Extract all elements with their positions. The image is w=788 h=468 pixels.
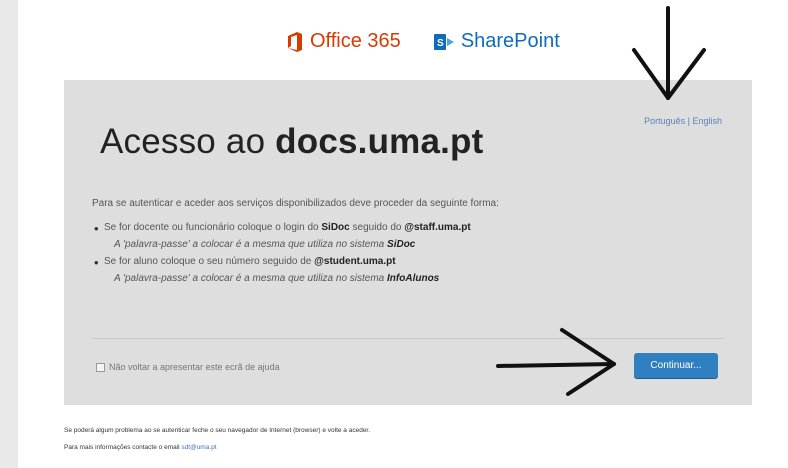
footer: Se poderá algum problema ao se autentica… (64, 422, 370, 456)
language-en-link[interactable]: English (692, 116, 722, 126)
page-title: Acesso ao docs.uma.pt (100, 122, 484, 162)
logo-bar: Office 365 S SharePoint (286, 30, 560, 53)
list-item-student: Se for aluno coloque o seu número seguid… (94, 255, 471, 270)
continue-button[interactable]: Continuar... (634, 353, 718, 378)
language-switcher: Português | English (644, 116, 722, 126)
footer-line-2: Para mais informações contacte o email s… (64, 439, 370, 456)
intro-text: Para se autenticar e aceder aos serviços… (92, 198, 499, 209)
list-item-student-note: A 'palavra-passe' a colocar é a mesma qu… (104, 273, 471, 284)
staff-text-2: seguido do (349, 222, 405, 233)
footer-line-1: Se poderá algum problema ao se autentica… (64, 427, 371, 434)
language-pt-link[interactable]: Português (644, 116, 685, 126)
sharepoint-icon: S (433, 33, 454, 50)
student-domain: @student.uma.pt (314, 256, 396, 267)
student-note-text: A 'palavra-passe' a colocar é a mesma qu… (114, 273, 388, 284)
sharepoint-label: SharePoint (460, 30, 560, 52)
checkbox-label: Não voltar a apresentar este ecrã de aju… (109, 362, 280, 372)
list-item-staff-note: A 'palavra-passe' a colocar é a mesma qu… (104, 239, 471, 250)
login-info-panel: Português | English Acesso ao docs.uma.p… (64, 80, 752, 405)
footer-email-link[interactable]: sdt@uma.pt (181, 444, 216, 451)
arrow-down-icon (632, 6, 706, 100)
student-note-system: InfoAlunos (387, 273, 440, 284)
staff-note-text: A 'palavra-passe' a colocar é a mesma qu… (114, 239, 388, 250)
student-text: Se for aluno coloque o seu número seguid… (104, 256, 315, 267)
office-365-logo: Office 365 (286, 30, 401, 53)
list-item-staff: Se for docente ou funcionário coloque o … (94, 221, 471, 236)
title-prefix: Acesso ao (100, 122, 276, 161)
dont-show-again-checkbox[interactable]: Não voltar a apresentar este ecrã de aju… (96, 362, 280, 372)
footer-contact-text: Para mais informações contacte o email (64, 444, 182, 451)
office-icon (288, 31, 302, 52)
staff-domain: @staff.uma.pt (404, 222, 471, 233)
staff-system: SiDoc (321, 222, 350, 233)
divider (92, 338, 724, 339)
office-365-label: Office 365 (310, 30, 401, 52)
staff-text: Se for docente ou funcionário coloque o … (104, 222, 322, 233)
sharepoint-logo: S SharePoint (433, 30, 560, 53)
arrow-right-icon (496, 328, 616, 396)
instructions-list: Se for docente ou funcionário coloque o … (94, 221, 471, 290)
title-domain: docs.uma.pt (275, 122, 484, 161)
svg-text:S: S (437, 38, 444, 49)
checkbox-box[interactable] (96, 362, 105, 372)
staff-note-system: SiDoc (387, 239, 416, 250)
